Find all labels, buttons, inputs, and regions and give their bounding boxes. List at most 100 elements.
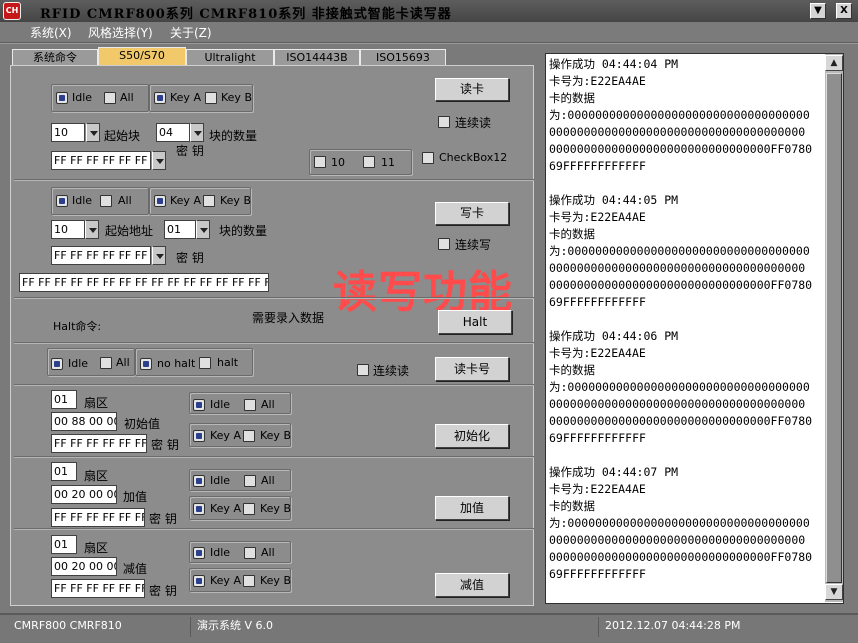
init-keyb-checkbox[interactable]	[243, 430, 255, 442]
checkbox12[interactable]	[422, 152, 434, 164]
log-status: 操作成功 04:44:05 PM	[549, 193, 679, 207]
halt-note: 需要录入数据	[252, 311, 325, 325]
inc-keya-label: Key A	[210, 502, 241, 515]
increment-button[interactable]: 加值	[435, 496, 509, 520]
scroll-thumb[interactable]	[826, 73, 842, 583]
inc-value-input[interactable]: 00 20 00 00	[51, 485, 117, 504]
inc-all-checkbox[interactable]	[244, 475, 256, 487]
log-data-line: 00000000000000000000000000000000FF0780	[549, 550, 813, 564]
log-card-id: 卡号为:E22EA4AE	[549, 346, 646, 360]
menu-about[interactable]: 关于(Z)	[170, 24, 212, 41]
tab-iso14443b[interactable]: ISO14443B	[274, 49, 360, 66]
serial-nohalt-radio[interactable]	[140, 358, 152, 370]
init-value-input[interactable]: 00 88 00 00	[51, 412, 117, 431]
read-continuous-label: 连续读	[455, 116, 492, 130]
dec-all-checkbox[interactable]	[244, 547, 256, 559]
chevron-down-icon[interactable]	[190, 123, 204, 142]
serial-continuous-checkbox[interactable]	[357, 364, 369, 376]
init-keya-radio[interactable]	[193, 430, 205, 442]
log-entry: 操作成功 04:44:05 PM 卡号为:E22EA4AE 卡的数据 为:000…	[549, 192, 825, 311]
menu-system[interactable]: 系统(X)	[30, 24, 72, 41]
chevron-down-icon[interactable]	[152, 246, 166, 265]
initialize-button[interactable]: 初始化	[435, 424, 509, 448]
log-data-line: 为:00000000000000000000000000000000000	[549, 244, 810, 258]
opt-11-checkbox[interactable]	[363, 156, 375, 168]
write-keya-radio[interactable]	[154, 195, 166, 207]
write-key-select[interactable]: FF FF FF FF FF FF	[51, 246, 151, 265]
inc-idle-radio[interactable]	[193, 475, 205, 487]
read-start-block-select[interactable]: 10	[51, 123, 85, 142]
chevron-down-icon[interactable]	[196, 220, 210, 239]
write-start-select[interactable]: 10	[51, 220, 85, 239]
checkbox12-label: CheckBox12	[439, 151, 508, 164]
serial-idle-label: Idle	[68, 357, 89, 370]
tab-ultralight[interactable]: Ultralight	[186, 49, 274, 66]
log-entry: 操作成功 04:44:07 PM 卡号为:E22EA4AE 卡的数据 为:000…	[549, 464, 825, 583]
write-card-button[interactable]: 写卡	[435, 202, 509, 225]
dec-value-label: 减值	[123, 562, 148, 576]
write-all-checkbox[interactable]	[100, 195, 112, 207]
serial-idle-radio[interactable]	[51, 358, 63, 370]
init-sector-label: 扇区	[84, 396, 109, 410]
write-all-label: All	[118, 194, 132, 207]
menu-style[interactable]: 风格选择(Y)	[88, 24, 153, 41]
close-button[interactable]: X	[836, 3, 852, 19]
init-all-checkbox[interactable]	[244, 399, 256, 411]
scroll-down-icon[interactable]: ▼	[825, 584, 843, 600]
read-start-block-label: 起始块	[104, 129, 141, 143]
inc-key-input[interactable]: FF FF FF FF FF FF	[51, 508, 145, 527]
write-block-count-select[interactable]: 01	[164, 220, 196, 239]
read-keyb-checkbox[interactable]	[205, 92, 217, 104]
inc-keyb-checkbox[interactable]	[243, 503, 255, 515]
dec-key-label: 密 钥	[149, 584, 177, 598]
tab-system-commands[interactable]: 系统命令	[12, 49, 98, 66]
serial-all-checkbox[interactable]	[100, 357, 112, 369]
log-card-id: 卡号为:E22EA4AE	[549, 482, 646, 496]
dec-value-input[interactable]: 00 20 00 00	[51, 557, 117, 576]
log-data-line: 0000000000000000000000000000000000000	[549, 533, 806, 547]
write-start-label: 起始地址	[105, 224, 154, 238]
dec-keya-radio[interactable]	[193, 575, 205, 587]
tab-iso15693[interactable]: ISO15693	[360, 49, 446, 66]
dec-key-input[interactable]: FF FF FF FF FF FF	[51, 579, 145, 598]
init-value-label: 初始值	[124, 417, 161, 431]
read-block-count-select[interactable]: 04	[156, 123, 190, 142]
read-continuous-checkbox[interactable]	[438, 116, 450, 128]
chevron-down-icon[interactable]	[152, 151, 166, 170]
inc-sector-input[interactable]: 01	[51, 462, 77, 481]
dec-keyb-checkbox[interactable]	[243, 575, 255, 587]
write-idle-radio[interactable]	[56, 195, 68, 207]
log-status: 操作成功 04:44:07 PM	[549, 465, 679, 479]
chevron-down-icon[interactable]	[86, 123, 100, 142]
read-serial-button[interactable]: 读卡号	[435, 357, 509, 381]
decrement-button[interactable]: 减值	[435, 573, 509, 597]
chevron-down-icon[interactable]	[85, 220, 99, 239]
read-all-checkbox[interactable]	[104, 92, 116, 104]
log-data-label: 卡的数据	[549, 227, 595, 241]
inc-all-label: All	[261, 474, 275, 487]
dec-idle-radio[interactable]	[193, 547, 205, 559]
tab-s50-s70[interactable]: S50/S70	[98, 47, 186, 66]
read-key-select[interactable]: FF FF FF FF FF FF	[51, 151, 151, 170]
status-system: 演示系统 V 6.0	[190, 617, 570, 637]
serial-halt-checkbox[interactable]	[199, 357, 211, 369]
inc-keya-radio[interactable]	[193, 503, 205, 515]
halt-label: Halt命令:	[53, 320, 102, 333]
dec-sector-input[interactable]: 01	[51, 535, 77, 554]
read-keya-radio[interactable]	[154, 92, 166, 104]
serial-continuous-label: 连续读	[373, 364, 410, 378]
init-idle-radio[interactable]	[193, 399, 205, 411]
log-entry: 操作成功 04:44:04 PM 卡号为:E22EA4AE 卡的数据 为:000…	[549, 56, 825, 175]
init-key-input[interactable]: FF FF FF FF FF FF	[51, 434, 147, 453]
scroll-up-icon[interactable]: ▲	[825, 55, 843, 71]
read-all-label: All	[120, 91, 134, 104]
read-card-button[interactable]: 读卡	[435, 78, 509, 101]
read-idle-radio[interactable]	[56, 92, 68, 104]
minimize-button[interactable]: ▼	[810, 3, 826, 19]
write-keyb-checkbox[interactable]	[203, 195, 215, 207]
write-data-input[interactable]: FF FF FF FF FF FF FF FF FF FF FF FF FF F…	[19, 273, 269, 292]
opt-10-checkbox[interactable]	[314, 156, 326, 168]
halt-button[interactable]: Halt	[438, 310, 512, 334]
write-continuous-checkbox[interactable]	[438, 238, 450, 250]
init-sector-input[interactable]: 01	[51, 390, 77, 409]
